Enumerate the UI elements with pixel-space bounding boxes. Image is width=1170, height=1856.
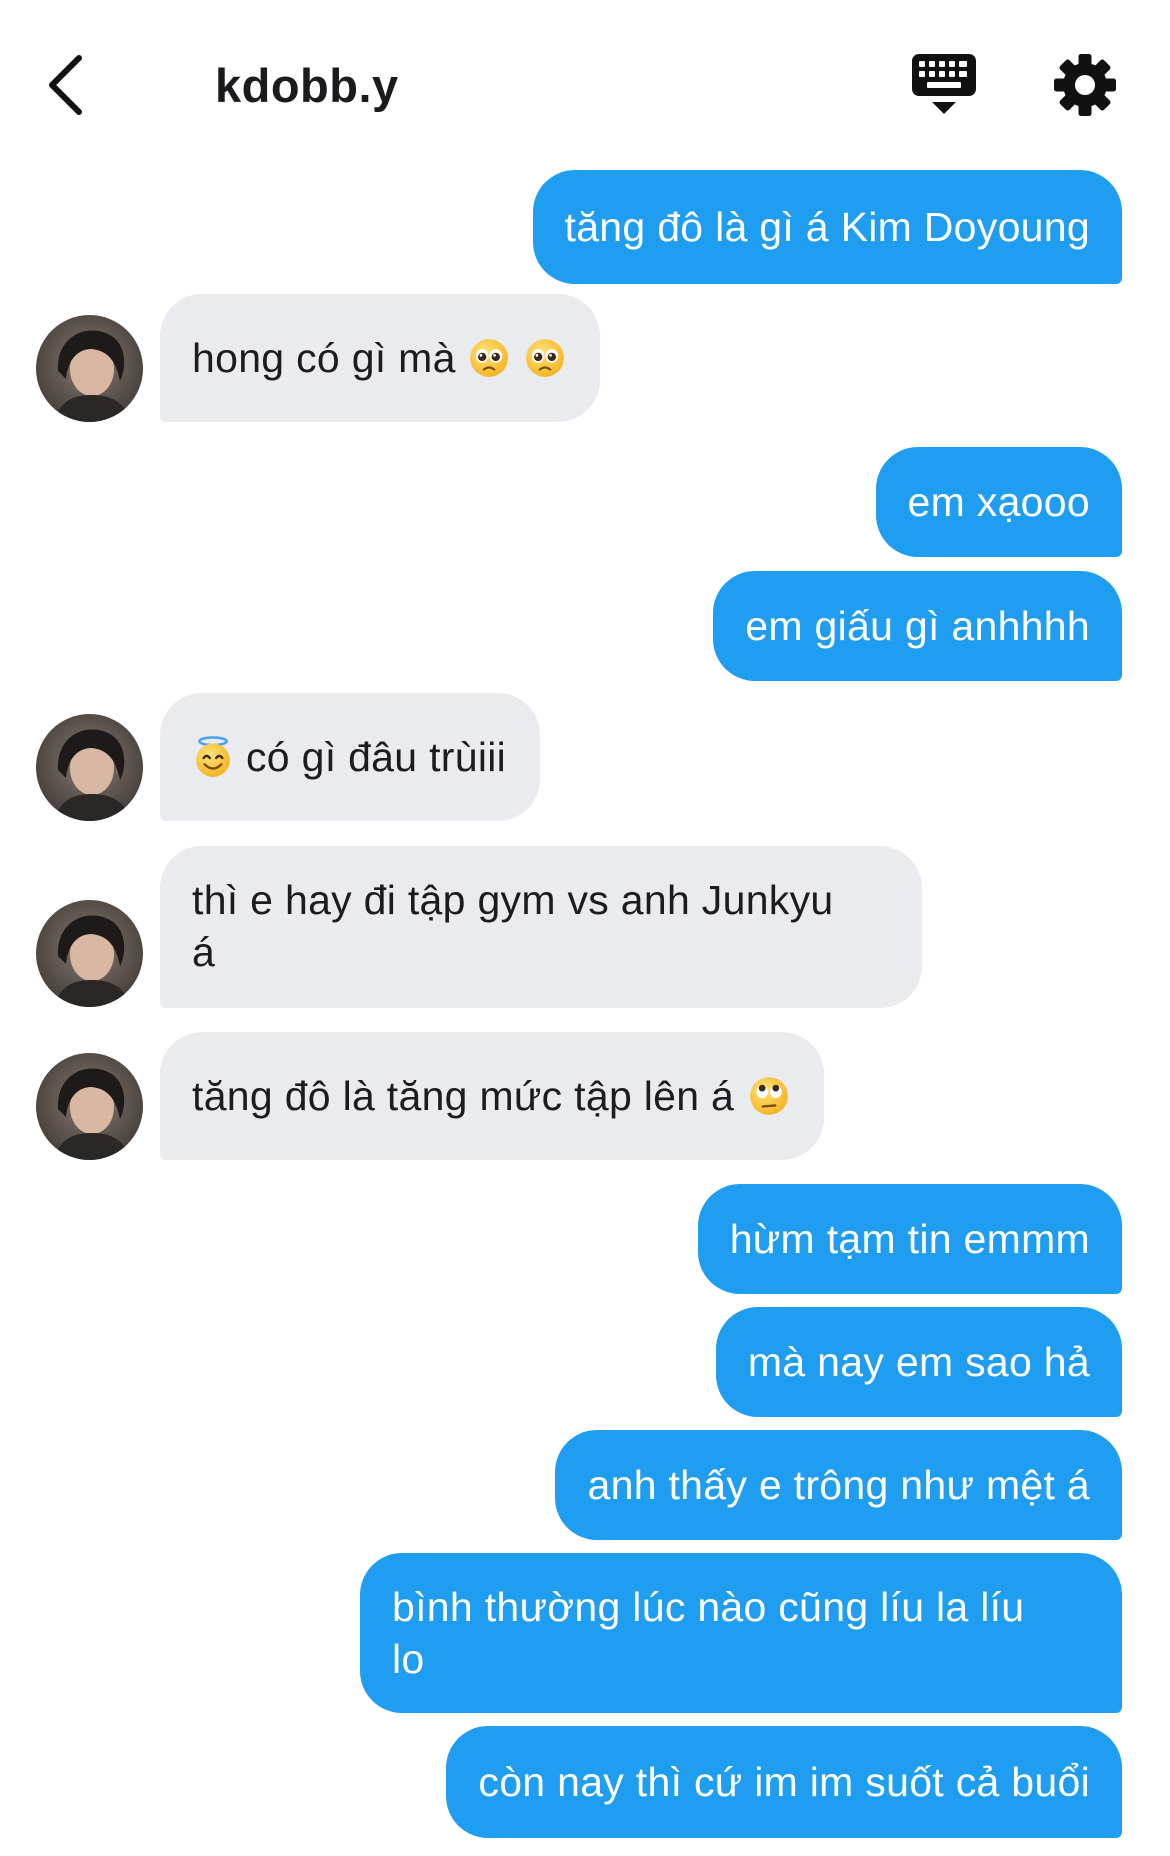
avatar-photo: [36, 315, 143, 422]
incoming-message[interactable]: tăng đô là tăng mức tập lên á: [160, 1032, 825, 1160]
message-text: mà nay em sao hả: [747, 1339, 1090, 1385]
incoming-message[interactable]: có gì đâu trùiii: [160, 693, 541, 821]
outgoing-message[interactable]: em giấu gì anhhhh: [713, 571, 1122, 681]
avatar[interactable]: [36, 900, 143, 1007]
message-text-line: thì e hay đi tập gym vs anh Junkyu: [192, 877, 834, 923]
message-text: em xạooo: [907, 479, 1090, 525]
settings-button[interactable]: [1052, 52, 1118, 118]
message-text: tăng đô là tăng mức tập lên á: [192, 1073, 735, 1119]
avatar-photo: [36, 1053, 143, 1160]
message-text-line: bình thường lúc nào cũng líu la líu: [392, 1584, 1025, 1630]
face-with-rolling-eyes-icon: [750, 1077, 789, 1115]
avatar[interactable]: [36, 315, 143, 422]
incoming-message[interactable]: hong có gì mà: [160, 294, 600, 422]
outgoing-message[interactable]: anh thấy e trông như mệt á: [555, 1430, 1122, 1540]
message-text: tăng đô là gì á Kim Doyoung: [564, 204, 1090, 250]
chat-header: kdobb.y: [0, 0, 1170, 160]
back-button[interactable]: [40, 50, 90, 120]
conversation-title: kdobb.y: [215, 59, 399, 112]
pleading-face-icon: [525, 339, 564, 377]
keyboard-button[interactable]: [910, 52, 980, 118]
outgoing-message[interactable]: bình thường lúc nào cũng líu la líu lo: [360, 1553, 1122, 1713]
outgoing-message[interactable]: hừm tạm tin emmm: [697, 1184, 1122, 1294]
gear-icon: [1054, 54, 1116, 116]
avatar[interactable]: [36, 714, 143, 821]
message-text-line: á: [192, 929, 216, 975]
pleading-face-icon: [469, 339, 508, 377]
avatar-photo: [36, 900, 143, 1007]
keyboard-icon: [912, 54, 976, 114]
message-text: anh thấy e trông như mệt á: [587, 1462, 1090, 1508]
incoming-message[interactable]: thì e hay đi tập gym vs anh Junkyu á: [160, 846, 922, 1008]
outgoing-message[interactable]: mà nay em sao hả: [715, 1307, 1122, 1417]
message-text: có gì đâu trùiii: [246, 734, 507, 780]
outgoing-message[interactable]: tăng đô là gì á Kim Doyoung: [532, 170, 1122, 284]
avatar-photo: [36, 714, 143, 821]
message-text: em giấu gì anhhhh: [745, 603, 1090, 649]
chevron-left-icon: [49, 55, 82, 115]
outgoing-message[interactable]: em xạooo: [875, 447, 1122, 557]
message-text-line: lo: [392, 1636, 425, 1682]
message-text: hừm tạm tin emmm: [729, 1216, 1090, 1262]
message-text: còn nay thì cứ im im suốt cả buổi: [478, 1759, 1090, 1805]
outgoing-message[interactable]: còn nay thì cứ im im suốt cả buổi: [446, 1726, 1122, 1838]
message-text: hong có gì mà: [192, 335, 456, 381]
avatar[interactable]: [36, 1053, 143, 1160]
smiling-face-with-halo-icon: [196, 736, 230, 777]
